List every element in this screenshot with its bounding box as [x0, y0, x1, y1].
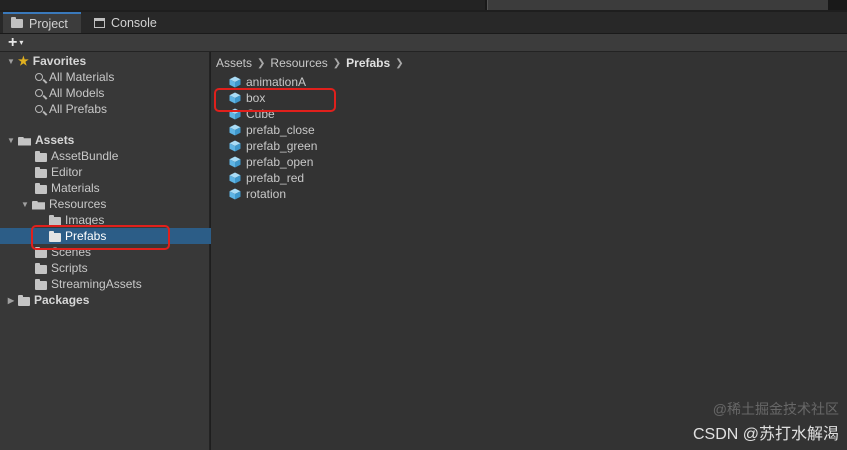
search-icon — [35, 73, 43, 81]
asset-item[interactable]: prefab_red — [229, 170, 304, 186]
asset-item[interactable]: prefab_open — [229, 154, 313, 170]
scene-panel-edge — [0, 0, 485, 10]
breadcrumb-resources[interactable]: Resources — [270, 56, 327, 70]
breadcrumb-prefabs[interactable]: Prefabs — [346, 56, 390, 70]
tree-item-scripts[interactable]: Scripts — [0, 260, 245, 276]
inspector-panel-edge — [487, 0, 828, 10]
window-top-strip — [0, 0, 847, 10]
tree-item-scenes[interactable]: Scenes — [0, 244, 245, 260]
prefab-cube-icon — [229, 172, 246, 184]
asset-item-label: Cube — [246, 107, 275, 121]
tree-item-label: All Prefabs — [49, 102, 108, 116]
folder-icon — [49, 214, 61, 226]
folder-icon — [18, 294, 30, 306]
plus-icon: + — [8, 33, 18, 51]
tree-item-label: Packages — [34, 293, 90, 307]
tree-item-label: Scenes — [51, 245, 92, 259]
asset-item-label: prefab_close — [246, 123, 315, 137]
tree-item-label: All Materials — [49, 70, 115, 84]
prefab-cube-icon — [229, 188, 246, 200]
folder-icon — [11, 17, 23, 28]
tab-project[interactable]: Project — [3, 12, 81, 33]
tree-item-assets[interactable]: ▼ Assets — [0, 132, 216, 148]
tree-item-editor[interactable]: Editor — [0, 164, 245, 180]
favorite-item-all-prefabs[interactable]: All Prefabs — [0, 101, 245, 117]
tree-item-label: Assets — [35, 133, 75, 147]
favorite-item-all-materials[interactable]: All Materials — [0, 69, 245, 85]
asset-item[interactable]: animationA — [229, 74, 306, 90]
asset-item[interactable]: box — [229, 90, 265, 106]
folder-icon — [35, 246, 47, 258]
prefab-cube-icon — [229, 108, 246, 120]
asset-item-label: rotation — [246, 187, 287, 201]
tree-item-label: Prefabs — [65, 229, 107, 243]
star-icon: ★ — [18, 54, 29, 68]
asset-item[interactable]: prefab_green — [229, 138, 317, 154]
folder-icon — [35, 166, 47, 178]
asset-item-label: animationA — [246, 75, 307, 89]
asset-item-label: box — [246, 91, 266, 105]
expand-arrow-icon[interactable]: ▼ — [6, 57, 16, 66]
tree-item-label: AssetBundle — [51, 149, 119, 163]
console-icon — [94, 17, 105, 28]
tree-item-label: Materials — [51, 181, 100, 195]
expand-arrow-icon[interactable]: ▼ — [20, 200, 30, 209]
expand-arrow-icon[interactable]: ▶ — [6, 296, 16, 305]
breadcrumb: Assets ❯ Resources ❯ Prefabs ❯ — [216, 55, 409, 71]
tree-item-packages[interactable]: ▶ Packages — [0, 292, 216, 308]
project-toolbar: + ▾ — [0, 34, 847, 52]
folder-icon — [35, 182, 47, 194]
tree-item-favorites[interactable]: ▼ ★ Favorites — [0, 53, 216, 69]
expand-arrow-icon[interactable]: ▼ — [6, 136, 16, 145]
tree-item-label: Favorites — [32, 54, 87, 68]
favorite-item-all-models[interactable]: All Models — [0, 85, 245, 101]
folder-tree: ▼ ★ Favorites All Materials All Models A… — [0, 52, 259, 450]
tree-item-label: StreamingAssets — [51, 277, 142, 291]
folder-icon — [49, 230, 61, 242]
tree-item-label: Scripts — [51, 261, 88, 275]
asset-item-label: prefab_open — [246, 155, 314, 169]
prefab-cube-icon — [229, 124, 246, 136]
asset-item[interactable]: Cube — [229, 106, 275, 122]
prefab-cube-icon — [229, 92, 246, 104]
tree-item-label: Editor — [51, 165, 83, 179]
breadcrumb-assets[interactable]: Assets — [216, 56, 252, 70]
folder-open-icon — [18, 136, 31, 146]
search-icon — [35, 89, 43, 97]
asset-item[interactable]: rotation — [229, 186, 286, 202]
folder-open-icon — [32, 200, 45, 210]
tree-item-resources[interactable]: ▼ Resources — [0, 196, 230, 212]
asset-item-label: prefab_red — [246, 171, 305, 185]
folder-icon — [35, 150, 47, 162]
chevron-right-icon: ❯ — [395, 57, 404, 69]
tree-item-label: Images — [65, 213, 105, 227]
chevron-right-icon: ❯ — [257, 57, 266, 69]
search-icon — [35, 105, 43, 113]
asset-list-panel: Assets ❯ Resources ❯ Prefabs ❯ animation… — [211, 52, 847, 450]
tree-item-label: Resources — [49, 197, 107, 211]
chevron-down-icon: ▾ — [19, 38, 24, 47]
asset-item[interactable]: prefab_close — [229, 122, 315, 138]
tree-item-streamingassets[interactable]: StreamingAssets — [0, 276, 245, 292]
prefab-cube-icon — [229, 76, 246, 88]
chevron-right-icon: ❯ — [332, 57, 342, 69]
prefab-cube-icon — [229, 156, 246, 168]
add-asset-button[interactable]: + ▾ — [8, 34, 23, 51]
prefab-cube-icon — [229, 140, 246, 152]
tree-item-materials[interactable]: Materials — [0, 180, 245, 196]
tree-item-label: All Models — [49, 86, 105, 100]
asset-item-label: prefab_green — [246, 139, 318, 153]
tree-item-assetbundle[interactable]: AssetBundle — [0, 148, 245, 164]
folder-icon — [35, 262, 47, 274]
tab-console[interactable]: Console — [86, 12, 176, 33]
tab-project-label: Project — [29, 16, 68, 31]
folder-icon — [35, 278, 47, 290]
tab-console-label: Console — [111, 15, 157, 30]
tab-bar: Project Console — [0, 12, 847, 34]
